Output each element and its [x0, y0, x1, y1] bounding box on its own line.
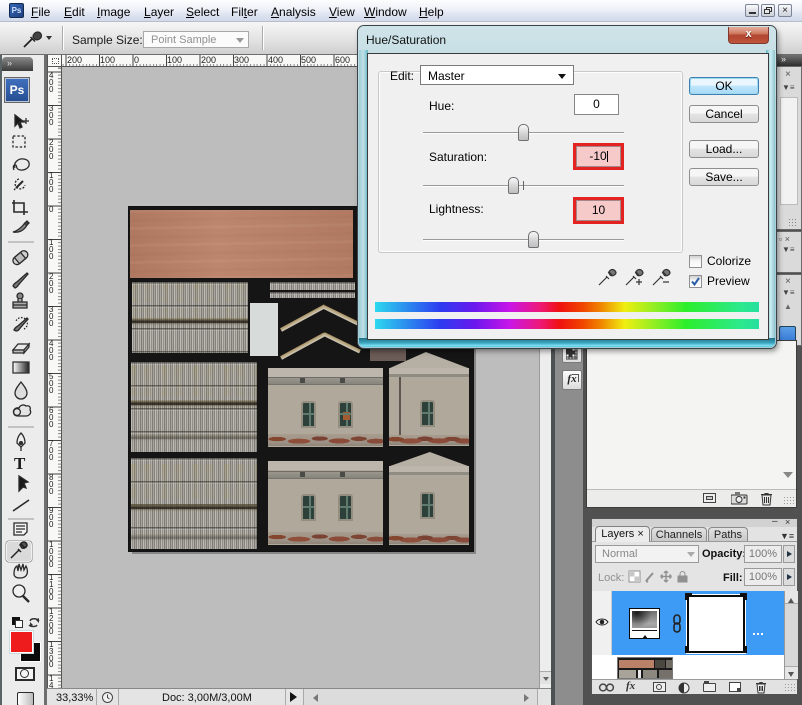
svg-text:T: T — [14, 454, 26, 473]
